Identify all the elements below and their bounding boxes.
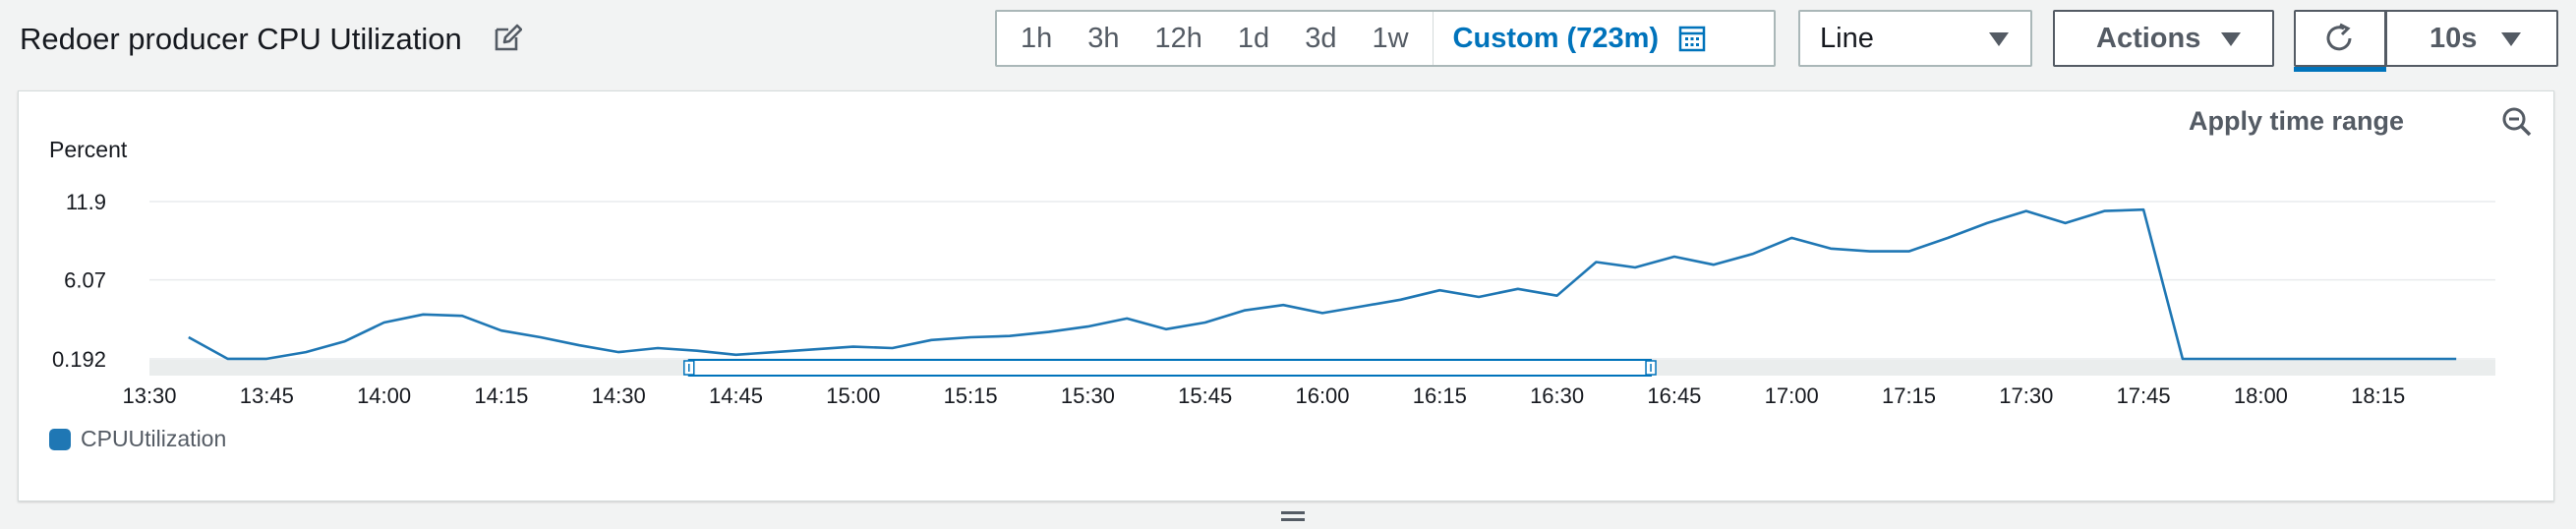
legend-label: CPUUtilization	[81, 426, 227, 451]
navigator-window	[687, 359, 1653, 377]
time-navigator	[149, 359, 2495, 377]
x-tick-label: 16:45	[1647, 383, 1701, 408]
x-tick-label: 14:30	[592, 383, 646, 408]
x-tick-label: 18:15	[2351, 383, 2405, 408]
x-tick-label: 14:45	[709, 383, 763, 408]
x-tick-label: 17:30	[1999, 383, 2053, 408]
x-tick-label: 13:45	[240, 383, 294, 408]
x-axis-ticks: 13:30 13:45 14:00 14:15 14:30 14:45 15:00 15:15…	[122, 383, 2405, 408]
x-tick-label: 14:00	[357, 383, 411, 408]
line-chart[interactable]: 11.96.070.192 13:30 13:45 14:00 14:15 14:30 1…	[0, 0, 2576, 423]
legend-swatch	[49, 428, 71, 450]
x-tick-label: 16:00	[1295, 383, 1349, 408]
y-tick-label: 0.192	[52, 347, 106, 372]
x-tick-label: 14:15	[474, 383, 528, 408]
legend-item-cpuutilization[interactable]: CPUUtilization	[49, 426, 226, 452]
x-tick-label: 17:45	[2117, 383, 2171, 408]
x-tick-label: 17:00	[1765, 383, 1819, 408]
x-tick-label: 15:15	[944, 383, 998, 408]
y-tick-label: 11.9	[66, 190, 106, 214]
series-line-cpuutilization	[188, 207, 2457, 361]
y-axis-ticks: 11.9 6.07 0.192	[52, 190, 106, 372]
x-tick-label: 15:00	[826, 383, 880, 408]
resize-handle[interactable]	[1281, 511, 1305, 525]
chart-grid	[149, 201, 2495, 360]
x-tick-label: 13:30	[122, 383, 176, 408]
y-tick-label: 6.07	[64, 268, 106, 293]
x-tick-label: 16:30	[1530, 383, 1584, 408]
x-tick-label: 15:30	[1061, 383, 1115, 408]
x-tick-label: 18:00	[2234, 383, 2288, 408]
x-tick-label: 17:15	[1882, 383, 1936, 408]
x-tick-label: 15:45	[1178, 383, 1232, 408]
x-tick-label: 16:15	[1413, 383, 1467, 408]
